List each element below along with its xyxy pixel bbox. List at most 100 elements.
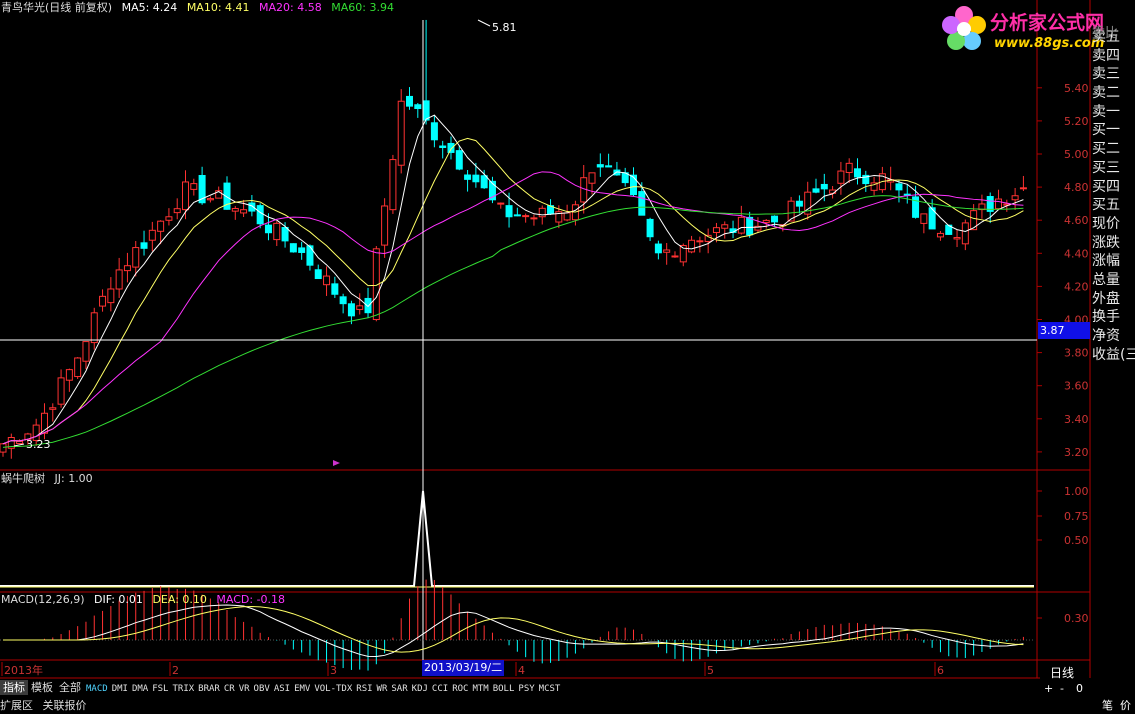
indicator1-title: 蜗牛爬树: [1, 472, 45, 485]
tab-kdj[interactable]: KDJ: [410, 682, 430, 697]
tab-price[interactable]: 价: [1120, 697, 1131, 713]
candle-body: [430, 122, 438, 141]
tab-cci[interactable]: CCI: [430, 682, 450, 697]
candle-body: [65, 369, 73, 381]
side-item-17: 收益(三: [1092, 346, 1135, 363]
tab-obv[interactable]: OBV: [252, 682, 272, 697]
macd-value: MACD: -0.18: [216, 593, 286, 606]
dif-line: [3, 604, 1024, 657]
candle-body: [422, 100, 430, 121]
tab-all[interactable]: 全部: [56, 680, 84, 695]
candle-body: [953, 237, 961, 240]
price-tick-label: 5.20: [1064, 115, 1089, 128]
candle-body: [837, 170, 845, 184]
candle-body: [737, 216, 745, 234]
candle-body: [182, 181, 190, 211]
tab-related-quotes[interactable]: 关联报价: [43, 699, 87, 712]
candle-body: [746, 216, 754, 236]
tab-fsl[interactable]: FSL: [150, 682, 170, 697]
indicator1-jj: JJ: 1.00: [54, 472, 93, 485]
tab-vol-tdx[interactable]: VOL-TDX: [312, 682, 354, 697]
candle-body: [323, 275, 331, 286]
candle-body: [314, 269, 322, 280]
time-label: 5: [707, 664, 714, 677]
candle-body: [82, 341, 90, 362]
tab-asi[interactable]: ASI: [272, 682, 292, 697]
tab-extension-area[interactable]: 扩展区: [0, 699, 33, 712]
time-label: 6: [937, 664, 944, 677]
side-item-1: 卖四: [1092, 47, 1120, 64]
ma20-label: MA20: 4.58: [259, 1, 322, 14]
candle-body: [414, 104, 422, 110]
stock-title: 青鸟华光(日线 前复权): [1, 1, 113, 14]
flower-logo-icon: [942, 6, 986, 50]
tab-cr[interactable]: CR: [222, 682, 237, 697]
candle-body: [397, 100, 405, 166]
zoom-out-button[interactable]: -: [1060, 682, 1064, 695]
tab-dma[interactable]: DMA: [130, 682, 150, 697]
tab-macd[interactable]: MACD: [84, 682, 110, 697]
time-label: 2013年: [4, 663, 43, 677]
price-tick-label: 3.20: [1064, 446, 1089, 459]
ind-tick-label: 0.50: [1064, 534, 1089, 547]
tab-sar[interactable]: SAR: [389, 682, 409, 697]
crosshair-price-label: 3.87: [1038, 322, 1090, 339]
candle-body: [712, 227, 720, 234]
tab-mcst[interactable]: MCST: [537, 682, 563, 697]
candle-body: [289, 243, 297, 253]
candle-body: [771, 215, 779, 223]
candle-body: [74, 357, 82, 378]
tab-roc[interactable]: ROC: [450, 682, 470, 697]
candle-body: [995, 198, 1003, 210]
zoom-in-button[interactable]: +: [1044, 682, 1053, 695]
candle-body: [895, 183, 903, 191]
macd-tick-label: 0.30: [1064, 612, 1089, 625]
candle-body: [464, 174, 472, 180]
period-label[interactable]: 日线: [1050, 664, 1074, 681]
tab-template[interactable]: 模板: [28, 680, 56, 695]
tab-trades[interactable]: 笔: [1102, 697, 1113, 713]
price-tick-label: 5.00: [1064, 148, 1089, 161]
tab-indicator[interactable]: 指标: [0, 680, 28, 695]
tab-wr[interactable]: WR: [375, 682, 390, 697]
tab-emv[interactable]: EMV: [292, 682, 312, 697]
price-tick-label: 3.40: [1064, 413, 1089, 426]
ma10-label: MA10: 4.41: [186, 1, 250, 14]
logo-url: www.88gs.com: [994, 36, 1105, 51]
candle-body: [563, 212, 571, 221]
candle-body: [455, 150, 463, 170]
candle-body: [165, 216, 173, 221]
candle-body: [264, 224, 272, 234]
candle-body: [596, 164, 604, 168]
candle-body: [920, 213, 928, 224]
candle-body: [439, 145, 447, 148]
tab-brar[interactable]: BRAR: [196, 682, 222, 697]
candle-body: [762, 219, 770, 224]
candle-body: [497, 202, 505, 205]
side-top-label: 委比: [1092, 26, 1119, 41]
logo-name: 分析家公式网: [990, 12, 1105, 34]
tab-rsi[interactable]: RSI: [354, 682, 374, 697]
tab-trix[interactable]: TRIX: [170, 682, 196, 697]
price-tick-label: 3.60: [1064, 380, 1089, 393]
tab-dmi[interactable]: DMI: [110, 682, 130, 697]
candle-body: [190, 183, 198, 190]
low-price-label: 3.23: [26, 438, 51, 451]
candle-body: [513, 214, 521, 217]
candle-body: [688, 239, 696, 253]
tab-vr[interactable]: VR: [237, 682, 252, 697]
tab-boll[interactable]: BOLL: [491, 682, 517, 697]
candle-body: [406, 95, 414, 107]
candle-body: [522, 215, 530, 218]
macd-dif: DIF: 0.01: [94, 593, 143, 606]
main-chart-header: 青鸟华光(日线 前复权) MA5: 4.24 MA10: 4.41 MA20: …: [1, 1, 400, 15]
candle-body: [721, 224, 729, 229]
candle-body: [123, 265, 131, 272]
price-tick-label: 5.40: [1064, 82, 1089, 95]
candle-body: [629, 174, 637, 196]
candle-body: [90, 312, 98, 344]
candle-body: [173, 208, 181, 214]
candle-body: [663, 249, 671, 253]
tab-mtm[interactable]: MTM: [470, 682, 490, 697]
tab-psy[interactable]: PSY: [516, 682, 536, 697]
